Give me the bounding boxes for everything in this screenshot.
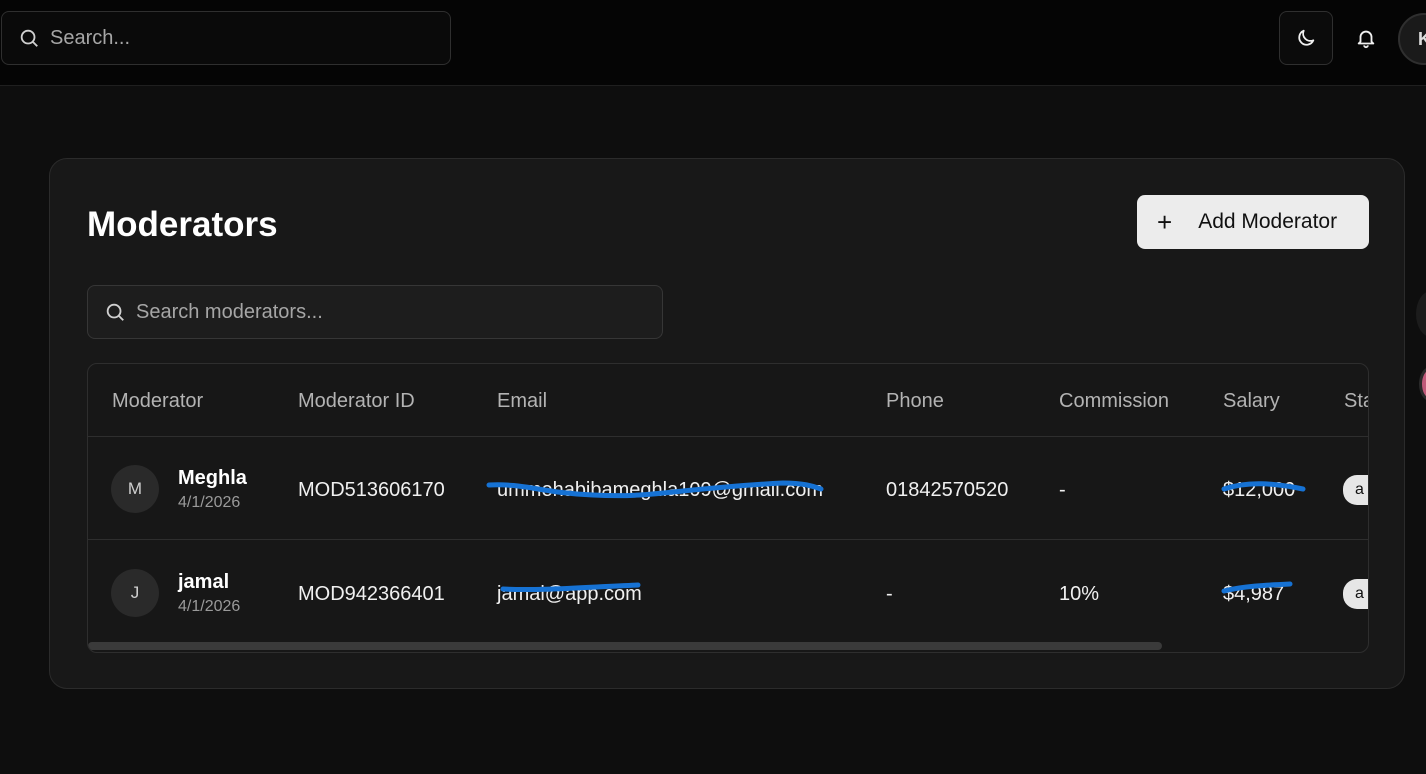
status-badge: a	[1343, 475, 1368, 505]
moderator-name: Meghla	[178, 467, 247, 489]
moderator-search-box[interactable]	[87, 285, 663, 339]
moderator-commission: -	[1059, 479, 1066, 501]
side-avatar[interactable]	[1419, 367, 1426, 401]
user-avatar-initial: K	[1418, 28, 1426, 49]
moderator-email: ummehabibameghla109@gmail.com	[497, 479, 824, 501]
horizontal-scrollbar[interactable]	[88, 642, 1162, 650]
bell-icon	[1355, 27, 1377, 49]
search-icon	[104, 301, 126, 323]
page-title: Moderators	[87, 205, 278, 244]
add-moderator-button[interactable]: + Add Moderator	[1137, 195, 1369, 249]
column-header-moderator[interactable]: Moderator	[112, 390, 203, 413]
notifications-button[interactable]	[1340, 11, 1392, 65]
table-row[interactable]: M Meghla 4/1/2026 MOD513606170 ummehabib…	[88, 437, 1368, 540]
column-header-email[interactable]: Email	[497, 390, 547, 413]
status-badge: a	[1343, 579, 1368, 609]
moon-icon	[1295, 27, 1317, 49]
avatar-initial: M	[127, 479, 143, 498]
plus-icon: +	[1157, 207, 1173, 237]
column-header-salary[interactable]: Salary	[1223, 390, 1280, 413]
global-search-input[interactable]	[50, 26, 410, 50]
column-header-status[interactable]: Sta	[1344, 390, 1368, 413]
moderator-search-input[interactable]	[136, 300, 496, 324]
moderator-salary: $12,000	[1223, 479, 1296, 501]
avatar-initial: J	[130, 583, 140, 602]
column-header-phone[interactable]: Phone	[886, 390, 944, 413]
moderators-card: Moderators + Add Moderator Moderator Mod…	[49, 158, 1405, 689]
theme-toggle-button[interactable]	[1279, 11, 1333, 65]
moderator-phone: -	[886, 583, 893, 605]
moderator-date: 4/1/2026	[178, 494, 241, 511]
moderator-email: jamal@app.com	[497, 583, 642, 605]
moderator-phone: 01842570520	[886, 479, 1009, 501]
top-bar: K	[0, 0, 1426, 86]
moderator-salary: $4,987	[1223, 583, 1285, 605]
moderator-id: MOD942366401	[298, 583, 445, 605]
search-icon	[18, 27, 40, 49]
global-search-box[interactable]	[1, 11, 451, 65]
moderator-commission: 10%	[1059, 583, 1100, 605]
user-avatar[interactable]: K	[1398, 13, 1426, 65]
moderator-avatar: J	[111, 569, 159, 617]
column-header-commission[interactable]: Commission	[1059, 390, 1169, 413]
moderator-id: MOD513606170	[298, 479, 445, 501]
table-row[interactable]: J jamal 4/1/2026 MOD942366401 jamal@app.…	[88, 541, 1368, 644]
add-moderator-label: Add Moderator	[1198, 210, 1338, 233]
moderator-avatar: M	[111, 465, 159, 513]
side-panel-button[interactable]	[1416, 291, 1426, 337]
column-header-moderator-id[interactable]: Moderator ID	[298, 390, 415, 413]
moderator-name: jamal	[178, 571, 230, 593]
moderators-table: Moderator Moderator ID Email Phone Commi…	[87, 363, 1369, 653]
table-header: Moderator Moderator ID Email Phone Commi…	[88, 364, 1368, 437]
moderator-date: 4/1/2026	[178, 598, 241, 615]
